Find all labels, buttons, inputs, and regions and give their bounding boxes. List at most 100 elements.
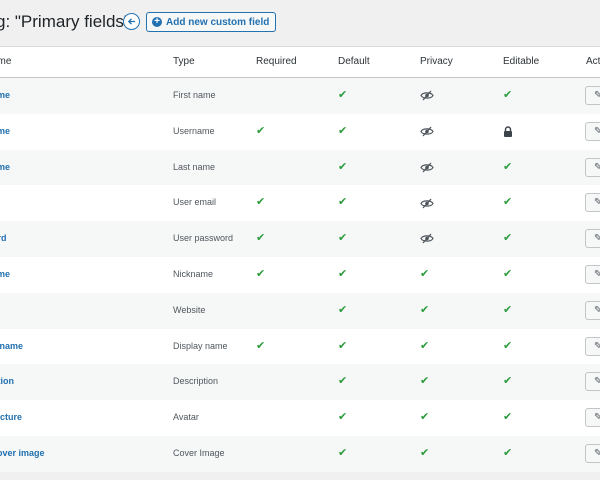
- required-cell: ✔: [256, 114, 265, 150]
- field-type-cell: Avatar: [173, 400, 199, 436]
- field-type-cell: Nickname: [173, 257, 213, 293]
- checkmark-icon: ✔: [420, 303, 430, 316]
- add-custom-field-label: Add new custom field: [166, 16, 270, 28]
- field-type-cell: First name: [173, 78, 216, 114]
- table-row: ame First name ✔ ✔ ✎: [0, 78, 600, 114]
- edit-field-button[interactable]: ✎: [585, 408, 600, 428]
- checkmark-icon: ✔: [338, 267, 348, 280]
- privacy-cell: [420, 221, 434, 257]
- pencil-icon: ✎: [594, 161, 600, 173]
- field-name-link[interactable]: ption: [0, 376, 14, 386]
- field-name-link[interactable]: ame: [0, 90, 10, 100]
- checkmark-icon: ✔: [503, 89, 513, 101]
- col-header-type: Type: [173, 56, 195, 67]
- required-cell: ✔: [256, 185, 265, 221]
- required-cell: ✔: [256, 329, 265, 365]
- field-type-cell: User password: [173, 221, 233, 257]
- field-name-link[interactable]: y name: [0, 341, 23, 351]
- table-row: User email ✔ ✔ ✔ ✎: [0, 185, 600, 221]
- required-cell: ✔: [256, 257, 265, 293]
- field-type-text: Website: [173, 304, 206, 315]
- editable-cell: ✔: [503, 400, 512, 436]
- pencil-icon: ✎: [594, 376, 600, 388]
- edit-field-button[interactable]: ✎: [585, 86, 600, 105]
- col-header-required: Required: [256, 56, 297, 67]
- field-type-cell: Website: [173, 293, 205, 329]
- field-name-link[interactable]: ame: [0, 162, 10, 172]
- checkmark-icon: ✔: [503, 267, 513, 280]
- field-type-cell: Cover Image: [173, 436, 225, 472]
- edit-field-button[interactable]: ✎: [585, 157, 600, 177]
- privacy-cell: [420, 185, 434, 221]
- edit-field-button[interactable]: ✎: [585, 229, 600, 249]
- default-cell: ✔: [338, 364, 347, 400]
- editable-cell: ✔: [503, 257, 512, 293]
- edit-field-button[interactable]: ✎: [585, 336, 600, 356]
- default-cell: ✔: [338, 257, 347, 293]
- field-type-cell: Description: [173, 364, 218, 400]
- checkmark-icon: ✔: [338, 339, 348, 352]
- field-name-link[interactable]: picture: [0, 412, 22, 422]
- pencil-icon: ✎: [594, 125, 600, 137]
- edit-field-button[interactable]: ✎: [585, 443, 600, 463]
- arrow-left-icon: [127, 18, 136, 25]
- back-button[interactable]: [123, 13, 140, 30]
- edit-field-button[interactable]: ✎: [585, 193, 600, 213]
- privacy-cell: ✔: [420, 400, 429, 436]
- field-name-cell: picture: [0, 400, 112, 436]
- checkmark-icon: ✔: [338, 411, 348, 424]
- default-cell: ✔: [338, 329, 347, 365]
- field-name-link[interactable]: cover image: [0, 448, 45, 458]
- default-cell: ✔: [338, 78, 347, 114]
- checkmark-icon: ✔: [338, 303, 348, 316]
- checkmark-icon: ✔: [503, 160, 513, 173]
- eye-slash-icon: [420, 233, 434, 244]
- pencil-icon: ✎: [594, 90, 600, 101]
- col-header-actions: Act: [586, 56, 600, 67]
- editable-cell: ✔: [503, 221, 512, 257]
- field-name-link[interactable]: ord: [0, 233, 7, 243]
- pencil-icon: ✎: [594, 340, 600, 352]
- field-name-cell: ame: [0, 78, 112, 114]
- edit-field-button[interactable]: ✎: [585, 264, 600, 284]
- field-type-cell: User email: [173, 185, 216, 221]
- pencil-icon: ✎: [594, 233, 600, 245]
- col-header-name[interactable]: ame: [0, 47, 112, 77]
- pencil-icon: ✎: [594, 412, 600, 424]
- field-type-text: Display name: [173, 340, 228, 351]
- field-type-text: Avatar: [173, 412, 199, 423]
- field-name-cell: ption: [0, 364, 112, 400]
- edit-field-button[interactable]: ✎: [585, 300, 600, 320]
- field-type-text: Description: [173, 376, 219, 387]
- field-name-cell: ame: [0, 150, 112, 186]
- editable-cell: ✔: [503, 436, 512, 472]
- editable-cell: ✔: [503, 185, 512, 221]
- checkmark-icon: ✔: [338, 375, 348, 388]
- table-row: y name Display name ✔ ✔ ✔ ✔ ✎: [0, 329, 600, 365]
- add-custom-field-button[interactable]: + Add new custom field: [146, 12, 277, 32]
- field-name-link[interactable]: ame: [0, 126, 10, 136]
- pencil-icon: ✎: [594, 447, 600, 459]
- table-row: ame Last name ✔ ✔ ✎: [0, 149, 600, 186]
- edit-field-button[interactable]: ✎: [585, 121, 600, 141]
- privacy-cell: ✔: [420, 329, 429, 365]
- editable-cell: ✔: [503, 78, 512, 114]
- col-header-privacy: Privacy: [420, 56, 453, 67]
- default-cell: ✔: [338, 150, 347, 186]
- field-type-text: Nickname: [173, 268, 214, 279]
- checkmark-icon: ✔: [503, 196, 513, 209]
- table-row: ame Nickname ✔ ✔ ✔ ✔ ✎: [0, 257, 600, 293]
- table-body: ame First name ✔ ✔ ✎ ame Username ✔ ✔ ✎ ame Last na…: [0, 78, 600, 472]
- col-header-default: Default: [338, 56, 370, 67]
- required-cell: ✔: [256, 221, 265, 257]
- field-type-text: Cover Image: [173, 447, 225, 458]
- editable-cell: [503, 114, 513, 150]
- field-type-cell: Last name: [173, 150, 215, 186]
- checkmark-icon: ✔: [256, 196, 266, 209]
- privacy-cell: ✔: [420, 364, 429, 400]
- field-name-link[interactable]: ame: [0, 269, 10, 279]
- plus-circle-icon: +: [152, 17, 162, 27]
- edit-field-button[interactable]: ✎: [585, 372, 600, 392]
- checkmark-icon: ✔: [256, 339, 266, 352]
- field-type-text: Last name: [173, 161, 216, 172]
